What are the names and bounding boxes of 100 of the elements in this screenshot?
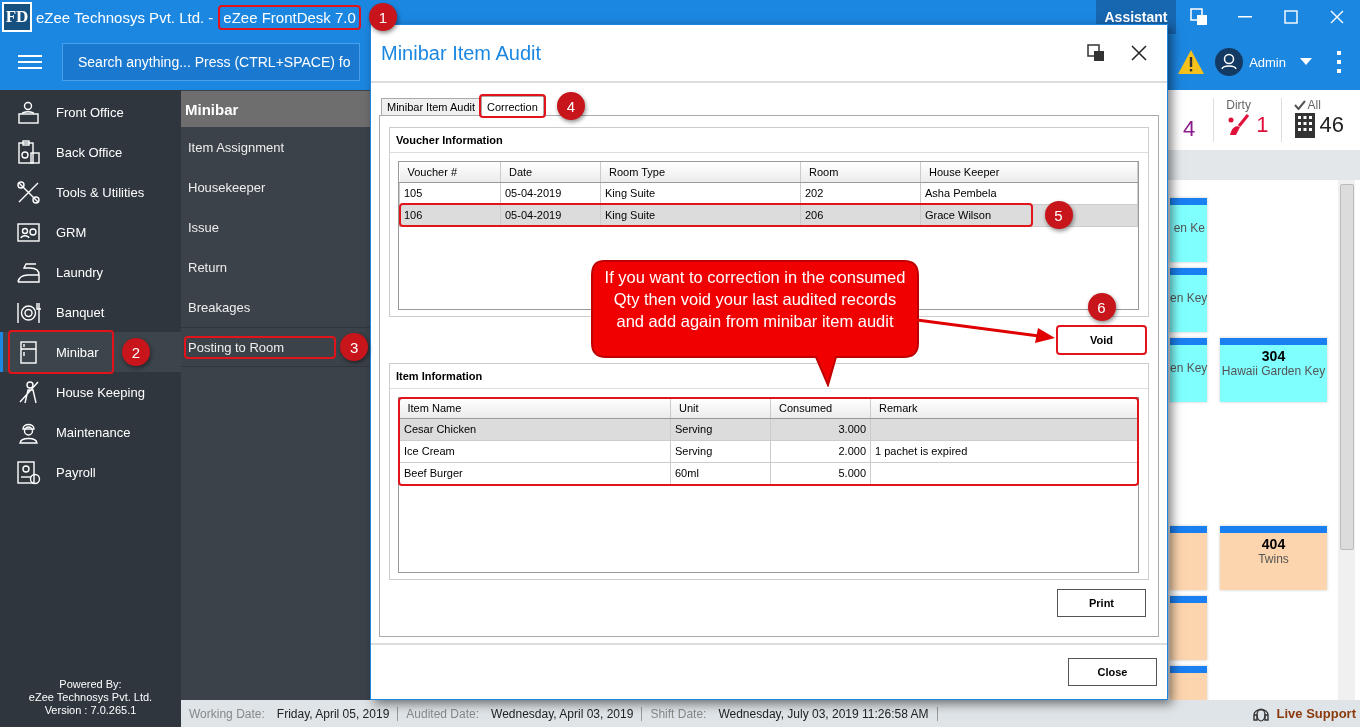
stat-label: All: [1307, 98, 1321, 112]
item-label: Maintenance: [56, 424, 131, 440]
sidebar-item[interactable]: Front Office: [0, 92, 181, 132]
column-header[interactable]: House Keeper: [920, 162, 1138, 182]
table-row[interactable]: Ice Cream Serving 2.000 1 pachet is expired: [399, 440, 1138, 462]
item-label: Back Office: [56, 144, 123, 160]
room-card[interactable]: [1170, 526, 1207, 590]
item-label: House Keeping: [56, 384, 145, 400]
sidebar-item[interactable]: Banquet: [0, 292, 181, 332]
item-label: Payroll: [56, 464, 96, 480]
tab[interactable]: Minibar Item Audit: [381, 98, 482, 115]
submenu-title: Minibar: [181, 91, 370, 127]
room-type: en Key: [1170, 291, 1207, 305]
room-type: en Key: [1170, 361, 1207, 375]
room-header-bar: [1170, 198, 1207, 205]
sidebar-item[interactable]: Tools & Utilities: [0, 172, 181, 212]
room-number: 404: [1260, 536, 1287, 552]
status-value: Wednesday, April 03, 2019: [491, 706, 634, 721]
room-card[interactable]: en Key: [1170, 338, 1207, 402]
status-value: Friday, April 05, 2019: [276, 706, 390, 721]
table-cell: Beef Burger: [404, 467, 463, 479]
column-header[interactable]: Room Type: [600, 162, 801, 182]
submenu-item[interactable]: Posting to Room: [188, 339, 285, 355]
table-cell: 206: [805, 209, 824, 221]
room-header-bar: [1170, 268, 1207, 275]
column-header[interactable]: Date: [500, 162, 601, 182]
table-cell: Ice Cream: [404, 445, 455, 457]
table-cell: Grace Wilson: [925, 209, 992, 221]
sidebar-item[interactable]: Payroll: [0, 452, 181, 492]
print-button[interactable]: Print: [1057, 589, 1146, 617]
table-cell: 05-04-2019: [505, 187, 562, 199]
document-icon: [16, 459, 41, 485]
caret-icon[interactable]: [1300, 58, 1312, 66]
column-header[interactable]: Voucher #: [399, 162, 501, 182]
table-cell: 05-04-2019: [505, 209, 562, 221]
check-icon: [1293, 100, 1306, 110]
room-type: en Ke: [1172, 221, 1206, 235]
room-header-bar: [1170, 666, 1207, 673]
submenu-item[interactable]: Issue: [188, 219, 220, 235]
footer-text: Powered By:: [58, 678, 123, 691]
sidebar-item[interactable]: Maintenance: [0, 412, 181, 452]
item-label: Tools & Utilities: [56, 184, 145, 200]
stat-count: 4: [1183, 116, 1196, 142]
close-icon[interactable]: [1131, 45, 1147, 61]
room-card[interactable]: [1170, 596, 1207, 660]
status-label: Working Date:: [189, 706, 265, 721]
menu-icon[interactable]: [18, 54, 42, 70]
table-cell: Asha Pembela: [925, 187, 997, 199]
close-button[interactable]: Close: [1068, 658, 1157, 686]
room-card[interactable]: 304 Hawaii Garden Key: [1220, 338, 1327, 402]
item-label: Front Office: [56, 104, 124, 120]
column-header[interactable]: Room: [800, 162, 921, 182]
building-icon[interactable]: [1293, 112, 1316, 138]
room-number: 304: [1260, 348, 1287, 364]
sidebar-item[interactable]: House Keeping: [0, 372, 181, 412]
status-value: Wednesday, July 03, 2019 11:26:58 AM: [718, 706, 929, 721]
room-header-bar: [1170, 596, 1207, 603]
sidebar-item[interactable]: Back Office: [0, 132, 181, 172]
user-name[interactable]: Admin: [1249, 54, 1286, 70]
tab[interactable]: Correction: [481, 96, 544, 116]
item-label: Banquet: [56, 304, 105, 320]
scrollbar[interactable]: [1338, 180, 1355, 700]
maximize-icon[interactable]: [1284, 10, 1298, 24]
table-cell: 5.000: [838, 467, 866, 479]
submenu-item[interactable]: Breakages: [188, 299, 251, 315]
footer-text: Version : 7.0.265.1: [43, 704, 138, 717]
tools-icon: [16, 179, 41, 205]
status-label: Shift Date:: [650, 706, 707, 721]
warning-icon[interactable]: [1177, 49, 1206, 75]
desk-icon: [16, 99, 41, 125]
group-title: Voucher Information: [390, 128, 1148, 153]
table-row[interactable]: Beef Burger 60ml 5.000: [399, 462, 1138, 484]
footer-text: eZee Technosys Pvt. Ltd.: [27, 691, 154, 704]
submenu-item[interactable]: Housekeeper: [188, 179, 266, 195]
broom-icon: [16, 379, 41, 405]
more-icon[interactable]: [1336, 50, 1342, 74]
submenu-item[interactable]: Return: [188, 259, 228, 275]
table-cell: 1 pachet is expired: [875, 445, 968, 457]
sidebar-item[interactable]: GRM: [0, 212, 181, 252]
sidebar-item[interactable]: Laundry: [0, 252, 181, 292]
item-label: GRM: [56, 224, 87, 240]
app-logo: FD: [2, 2, 32, 32]
room-card[interactable]: 404 Twins: [1220, 526, 1327, 590]
status-label: Audited Date:: [406, 706, 480, 721]
room-card[interactable]: en Ke: [1170, 198, 1207, 262]
table-cell: King Suite: [605, 187, 656, 199]
submenu-item[interactable]: Item Assignment: [188, 139, 285, 155]
stat-count: 1: [1256, 112, 1269, 138]
highlight-frame: [479, 94, 546, 118]
table-cell: King Suite: [605, 209, 656, 221]
stat-count: 46: [1319, 112, 1344, 138]
table-cell: 2.000: [838, 445, 866, 457]
table-row[interactable]: Cesar Chicken Serving 3.000: [399, 418, 1138, 440]
room-card[interactable]: en Key: [1170, 268, 1207, 332]
search-field[interactable]: Search anything... Press (CTRL+SPACE) fo: [62, 43, 360, 81]
room-header-bar: [1170, 526, 1207, 533]
table-cell: Serving: [675, 423, 713, 435]
live-support-link[interactable]: Live Support: [1276, 706, 1356, 721]
table-cell: 3.000: [838, 423, 866, 435]
avatar-icon[interactable]: [1215, 48, 1244, 76]
